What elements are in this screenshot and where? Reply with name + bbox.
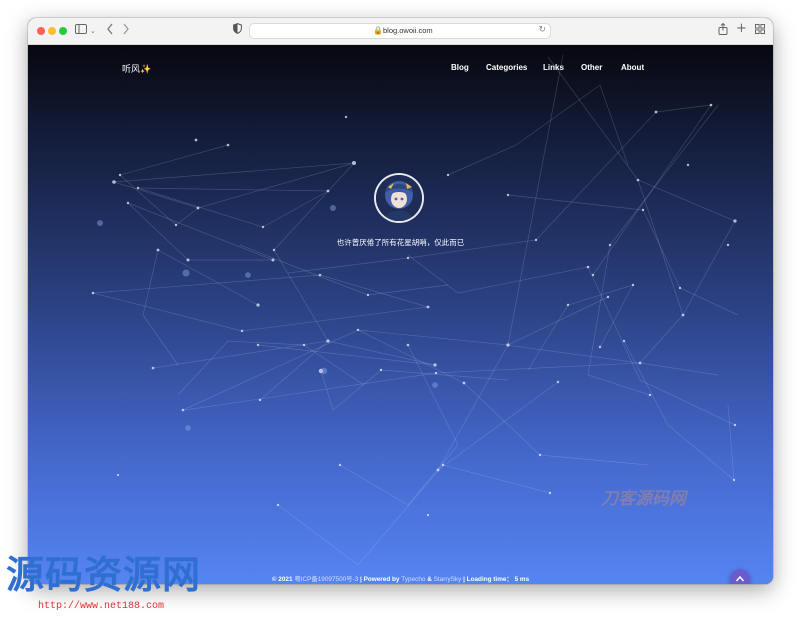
minimize-window-button[interactable] — [48, 27, 56, 35]
share-icon[interactable] — [718, 22, 728, 40]
footer-icp-link[interactable]: 粤ICP备19097500号-3 — [294, 576, 358, 583]
nav-item-blog[interactable]: Blog — [451, 63, 469, 72]
watermark-url: http://www.net188.com — [38, 601, 165, 612]
sidebar-icon[interactable] — [75, 23, 87, 39]
tabs-grid-icon[interactable] — [755, 23, 765, 39]
chevron-down-icon[interactable]: ⌄ — [90, 23, 96, 39]
nav-item-other[interactable]: Other — [581, 63, 602, 72]
browser-toolbar: ⌄ 🔒 blog.owoii.com ↻ + — [28, 18, 773, 45]
footer-loading-time: | Loading time： 5 ms — [463, 576, 530, 583]
footer-powered-label: | Powered by — [360, 576, 400, 583]
footer-typecho-link[interactable]: Typecho — [401, 576, 425, 583]
watermark-big: 源码资源网 — [6, 553, 202, 597]
address-bar[interactable]: 🔒 blog.owoii.com ↻ — [249, 23, 551, 39]
url-text: blog.owoii.com — [383, 26, 433, 35]
nav-item-links[interactable]: Links — [543, 63, 564, 72]
close-window-button[interactable] — [37, 27, 45, 35]
nav-item-about[interactable]: About — [621, 63, 644, 72]
lock-icon: 🔒 — [373, 26, 383, 35]
nav-item-categories[interactable]: Categories — [486, 63, 527, 72]
chevron-up-icon — [735, 575, 745, 581]
back-to-top-button[interactable] — [730, 569, 750, 584]
site-motto: 也许曾厌倦了所有花星胡哨，仅此而已 — [336, 238, 465, 247]
zoom-window-button[interactable] — [59, 27, 67, 35]
shield-icon[interactable] — [233, 23, 242, 39]
forward-icon[interactable] — [122, 23, 130, 40]
reload-icon[interactable]: ↻ — [538, 25, 546, 35]
footer-amp: & — [427, 576, 432, 583]
site-brand[interactable]: 听风✨ — [122, 62, 151, 75]
back-icon[interactable] — [106, 23, 114, 40]
footer-theme-link[interactable]: StarrySky — [434, 576, 462, 583]
plus-icon[interactable]: + — [736, 21, 747, 37]
footer-copyright: © 2021 — [271, 576, 293, 583]
watermark-center: 刀客源码网 — [601, 489, 686, 509]
avatar[interactable] — [374, 173, 424, 223]
